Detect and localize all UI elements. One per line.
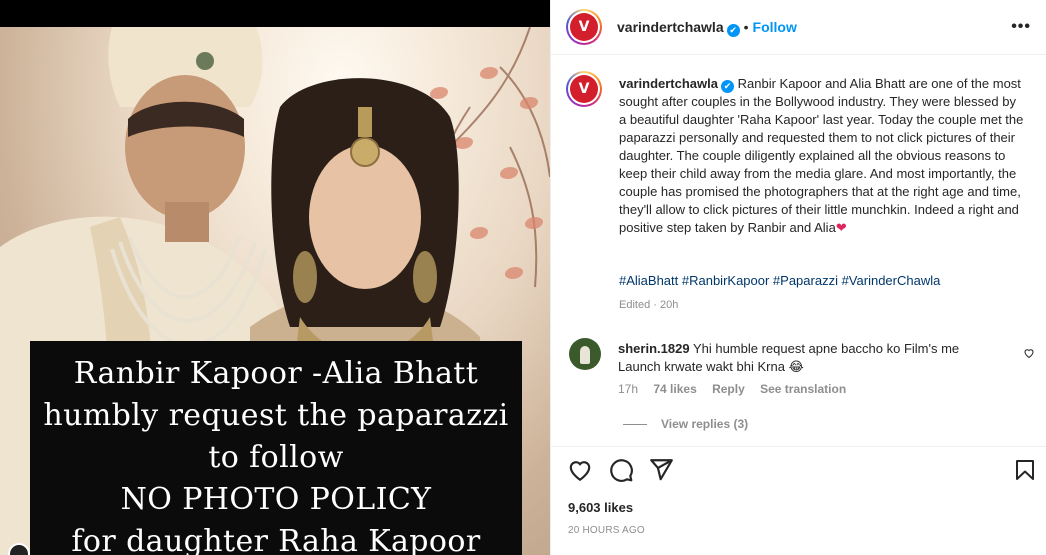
like-heart-icon[interactable] bbox=[567, 457, 593, 483]
view-replies-label: View replies (3) bbox=[661, 417, 749, 431]
more-options-icon[interactable]: ••• bbox=[1011, 18, 1031, 36]
overlay-line-1: Ranbir Kapoor -Alia Bhatt bbox=[73, 356, 479, 391]
comment-icon[interactable] bbox=[608, 457, 634, 483]
follow-button[interactable]: Follow bbox=[753, 19, 797, 35]
overlay-line-2: humbly request the paparazzi bbox=[43, 398, 509, 433]
header-separator: • bbox=[743, 19, 749, 35]
commenter-avatar[interactable] bbox=[569, 338, 601, 370]
overlay-line-5: for daughter Raha Kapoor bbox=[71, 524, 481, 555]
post-header: V varindertchawla ✔ • Follow ••• bbox=[551, 0, 1046, 55]
share-icon[interactable] bbox=[648, 457, 674, 483]
image-caption-overlay: Ranbir Kapoor -Alia Bhatt humbly request… bbox=[30, 341, 522, 555]
edited-timestamp: Edited · 20h bbox=[619, 299, 679, 311]
save-bookmark-icon[interactable] bbox=[1013, 457, 1037, 483]
comment-meta: 17h 74 likes Reply See translation bbox=[618, 382, 858, 396]
comment-like-heart-icon[interactable] bbox=[1023, 347, 1035, 359]
header-username[interactable]: varindertchawla bbox=[617, 19, 724, 35]
comment-time: 17h bbox=[618, 382, 639, 396]
verified-badge-icon: ✔ bbox=[726, 24, 740, 37]
comment: sherin.1829 Yhi humble request apne bacc… bbox=[618, 340, 1003, 376]
post-sidebar: V varindertchawla ✔ • Follow ••• V varinder… bbox=[550, 0, 1046, 555]
post-comments-area: V varindertchawla ✔ Ranbir Kapoor and Ali… bbox=[551, 55, 1046, 447]
caption-username[interactable]: varindertchawla bbox=[619, 76, 718, 91]
avatar-logo-letter: V bbox=[578, 19, 590, 35]
laughing-emoji: 😂 bbox=[788, 359, 804, 374]
comment-likes[interactable]: 74 likes bbox=[653, 382, 696, 396]
caption-text: Ranbir Kapoor and Alia Bhatt are one of … bbox=[619, 76, 1024, 235]
post-media[interactable]: Ranbir Kapoor -Alia Bhatt humbly request… bbox=[0, 0, 550, 555]
avatar-logo-letter: V bbox=[578, 81, 590, 97]
likes-count[interactable]: 9,603 likes bbox=[568, 500, 633, 515]
verified-badge-icon: ✔ bbox=[721, 80, 734, 93]
overlay-line-3: to follow bbox=[208, 440, 344, 475]
see-translation-button[interactable]: See translation bbox=[760, 382, 846, 396]
media-top-bar bbox=[0, 0, 550, 27]
post-caption: varindertchawla ✔ Ranbir Kapoor and Alia … bbox=[619, 75, 1024, 237]
overlay-line-4: NO PHOTO POLICY bbox=[120, 482, 432, 517]
replies-divider-line bbox=[623, 424, 647, 426]
post-time-ago: 20 HOURS AGO bbox=[568, 525, 645, 536]
heart-emoji: ❤ bbox=[835, 220, 847, 235]
author-avatar[interactable]: V bbox=[566, 9, 602, 45]
view-replies-button[interactable]: View replies (3) bbox=[623, 417, 748, 431]
post-actions-bar bbox=[551, 455, 1046, 487]
caption-author-avatar[interactable]: V bbox=[566, 71, 602, 107]
comment-username[interactable]: sherin.1829 bbox=[618, 341, 690, 356]
comment-reply-button[interactable]: Reply bbox=[712, 382, 745, 396]
caption-hashtags[interactable]: #AliaBhatt #RanbirKapoor #Paparazzi #Var… bbox=[619, 273, 940, 288]
